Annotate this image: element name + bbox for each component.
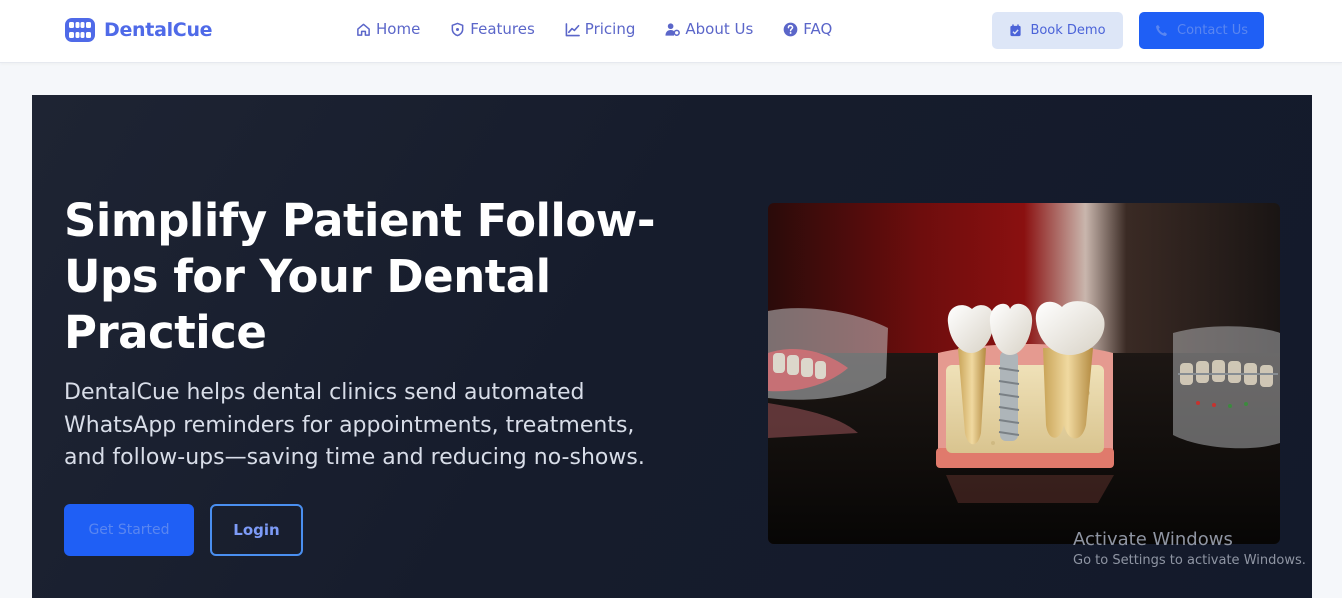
nav-item-label: Pricing (584, 20, 636, 38)
hero-subtitle: DentalCue helps dental clinics send auto… (64, 380, 645, 470)
get-started-button[interactable]: Get Started (64, 504, 194, 556)
nav-item-label: FAQ (803, 20, 833, 38)
hero-section: Simplify Patient Follow-Ups for Your Den… (32, 95, 1312, 598)
hero-title: Simplify Patient Follow-Ups for Your Den… (64, 194, 656, 359)
brand-logo-link[interactable]: DentalCue (64, 17, 213, 43)
book-demo-button[interactable]: Book Demo (992, 12, 1123, 49)
hero-dental-implant-photo (768, 203, 1280, 544)
nav-item-label: Home (376, 20, 421, 38)
contact-us-button[interactable]: Contact Us (1139, 12, 1264, 49)
home-icon (357, 23, 370, 36)
main-nav: Home Features Pricing About Us FAQ (356, 20, 832, 38)
contact-us-label: Contact Us (1177, 23, 1248, 38)
nav-item-about[interactable]: About Us (665, 20, 753, 38)
chart-line-icon (565, 22, 580, 36)
nav-item-pricing[interactable]: Pricing (565, 20, 636, 38)
nav-item-faq[interactable]: FAQ (783, 20, 832, 38)
nav-item-label: About Us (685, 20, 754, 38)
shield-icon (451, 22, 464, 36)
brand-name: DentalCue (104, 19, 213, 41)
dental-implant-photo-illustration (768, 203, 1280, 544)
top-navbar: DentalCue Home Features Pricing About Us… (0, 0, 1342, 63)
nav-item-label: Features (470, 20, 535, 38)
calendar-check-icon (1010, 24, 1022, 37)
user-gear-icon (665, 22, 681, 36)
nav-item-home[interactable]: Home (356, 20, 420, 38)
dental-logo-icon (65, 18, 95, 42)
question-circle-icon (783, 22, 798, 36)
login-button[interactable]: Login (210, 504, 303, 556)
phone-icon (1156, 24, 1168, 36)
nav-item-features[interactable]: Features (450, 20, 535, 38)
book-demo-label: Book Demo (1030, 23, 1106, 38)
